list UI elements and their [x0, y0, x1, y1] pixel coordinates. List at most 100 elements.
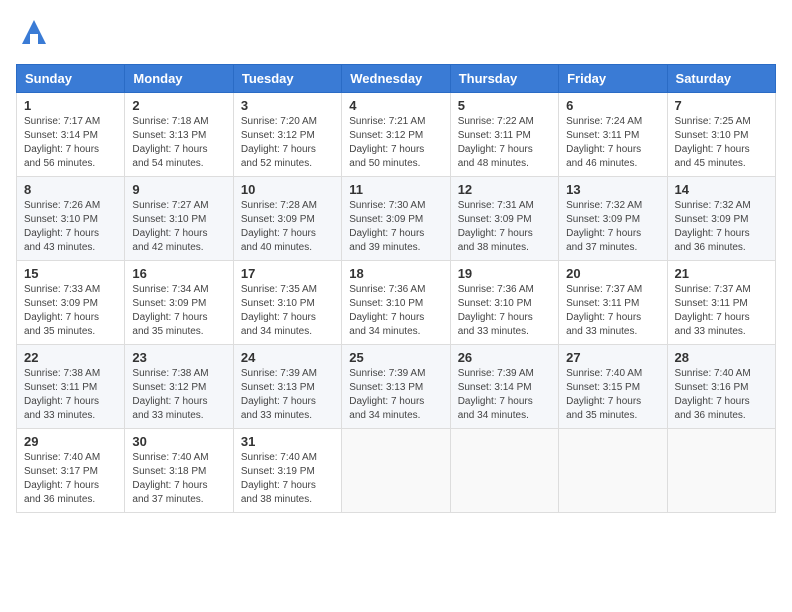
calendar-day-cell: 27 Sunrise: 7:40 AM Sunset: 3:15 PM Dayl…: [559, 345, 667, 429]
day-info: Sunrise: 7:33 AM Sunset: 3:09 PM Dayligh…: [24, 284, 100, 337]
calendar-week-row: 22 Sunrise: 7:38 AM Sunset: 3:11 PM Dayl…: [17, 345, 776, 429]
calendar-day-cell: 30 Sunrise: 7:40 AM Sunset: 3:18 PM Dayl…: [125, 429, 233, 513]
calendar-day-cell: 26 Sunrise: 7:39 AM Sunset: 3:14 PM Dayl…: [450, 345, 558, 429]
day-info: Sunrise: 7:38 AM Sunset: 3:11 PM Dayligh…: [24, 368, 100, 421]
calendar-table: SundayMondayTuesdayWednesdayThursdayFrid…: [16, 64, 776, 513]
calendar-day-cell: 28 Sunrise: 7:40 AM Sunset: 3:16 PM Dayl…: [667, 345, 775, 429]
day-info: Sunrise: 7:40 AM Sunset: 3:18 PM Dayligh…: [132, 452, 208, 505]
day-number: 4: [349, 98, 442, 113]
day-number: 6: [566, 98, 659, 113]
day-info: Sunrise: 7:37 AM Sunset: 3:11 PM Dayligh…: [566, 284, 642, 337]
day-number: 10: [241, 182, 334, 197]
day-of-week-header: Thursday: [450, 65, 558, 93]
day-info: Sunrise: 7:40 AM Sunset: 3:16 PM Dayligh…: [675, 368, 751, 421]
calendar-day-cell: 2 Sunrise: 7:18 AM Sunset: 3:13 PM Dayli…: [125, 93, 233, 177]
day-number: 19: [458, 266, 551, 281]
day-number: 24: [241, 350, 334, 365]
calendar-day-cell: 3 Sunrise: 7:20 AM Sunset: 3:12 PM Dayli…: [233, 93, 341, 177]
day-number: 12: [458, 182, 551, 197]
calendar-day-cell: 9 Sunrise: 7:27 AM Sunset: 3:10 PM Dayli…: [125, 177, 233, 261]
calendar-day-cell: 6 Sunrise: 7:24 AM Sunset: 3:11 PM Dayli…: [559, 93, 667, 177]
calendar-day-cell: 31 Sunrise: 7:40 AM Sunset: 3:19 PM Dayl…: [233, 429, 341, 513]
calendar-day-cell: [667, 429, 775, 513]
day-info: Sunrise: 7:38 AM Sunset: 3:12 PM Dayligh…: [132, 368, 208, 421]
calendar-day-cell: 21 Sunrise: 7:37 AM Sunset: 3:11 PM Dayl…: [667, 261, 775, 345]
day-of-week-header: Friday: [559, 65, 667, 93]
day-info: Sunrise: 7:40 AM Sunset: 3:15 PM Dayligh…: [566, 368, 642, 421]
calendar-day-cell: [559, 429, 667, 513]
day-number: 26: [458, 350, 551, 365]
logo-icon: [16, 16, 52, 52]
day-number: 28: [675, 350, 768, 365]
day-info: Sunrise: 7:37 AM Sunset: 3:11 PM Dayligh…: [675, 284, 751, 337]
calendar-day-cell: 14 Sunrise: 7:32 AM Sunset: 3:09 PM Dayl…: [667, 177, 775, 261]
day-of-week-header: Wednesday: [342, 65, 450, 93]
day-info: Sunrise: 7:31 AM Sunset: 3:09 PM Dayligh…: [458, 200, 534, 253]
calendar-day-cell: 22 Sunrise: 7:38 AM Sunset: 3:11 PM Dayl…: [17, 345, 125, 429]
day-info: Sunrise: 7:40 AM Sunset: 3:19 PM Dayligh…: [241, 452, 317, 505]
day-number: 31: [241, 434, 334, 449]
calendar-day-cell: 25 Sunrise: 7:39 AM Sunset: 3:13 PM Dayl…: [342, 345, 450, 429]
calendar-day-cell: 24 Sunrise: 7:39 AM Sunset: 3:13 PM Dayl…: [233, 345, 341, 429]
day-number: 17: [241, 266, 334, 281]
day-info: Sunrise: 7:26 AM Sunset: 3:10 PM Dayligh…: [24, 200, 100, 253]
calendar-day-cell: 7 Sunrise: 7:25 AM Sunset: 3:10 PM Dayli…: [667, 93, 775, 177]
day-info: Sunrise: 7:28 AM Sunset: 3:09 PM Dayligh…: [241, 200, 317, 253]
calendar-header-row: SundayMondayTuesdayWednesdayThursdayFrid…: [17, 65, 776, 93]
calendar-day-cell: 5 Sunrise: 7:22 AM Sunset: 3:11 PM Dayli…: [450, 93, 558, 177]
day-info: Sunrise: 7:40 AM Sunset: 3:17 PM Dayligh…: [24, 452, 100, 505]
calendar-day-cell: 4 Sunrise: 7:21 AM Sunset: 3:12 PM Dayli…: [342, 93, 450, 177]
day-of-week-header: Saturday: [667, 65, 775, 93]
day-number: 8: [24, 182, 117, 197]
day-number: 2: [132, 98, 225, 113]
day-info: Sunrise: 7:36 AM Sunset: 3:10 PM Dayligh…: [349, 284, 425, 337]
day-of-week-header: Monday: [125, 65, 233, 93]
day-info: Sunrise: 7:24 AM Sunset: 3:11 PM Dayligh…: [566, 116, 642, 169]
calendar-week-row: 29 Sunrise: 7:40 AM Sunset: 3:17 PM Dayl…: [17, 429, 776, 513]
day-of-week-header: Tuesday: [233, 65, 341, 93]
day-number: 22: [24, 350, 117, 365]
calendar-day-cell: 8 Sunrise: 7:26 AM Sunset: 3:10 PM Dayli…: [17, 177, 125, 261]
day-info: Sunrise: 7:18 AM Sunset: 3:13 PM Dayligh…: [132, 116, 208, 169]
day-info: Sunrise: 7:39 AM Sunset: 3:13 PM Dayligh…: [241, 368, 317, 421]
day-number: 23: [132, 350, 225, 365]
day-number: 1: [24, 98, 117, 113]
calendar-week-row: 8 Sunrise: 7:26 AM Sunset: 3:10 PM Dayli…: [17, 177, 776, 261]
calendar-day-cell: 23 Sunrise: 7:38 AM Sunset: 3:12 PM Dayl…: [125, 345, 233, 429]
calendar-week-row: 15 Sunrise: 7:33 AM Sunset: 3:09 PM Dayl…: [17, 261, 776, 345]
calendar-day-cell: 10 Sunrise: 7:28 AM Sunset: 3:09 PM Dayl…: [233, 177, 341, 261]
calendar-day-cell: 13 Sunrise: 7:32 AM Sunset: 3:09 PM Dayl…: [559, 177, 667, 261]
day-number: 13: [566, 182, 659, 197]
calendar-day-cell: 18 Sunrise: 7:36 AM Sunset: 3:10 PM Dayl…: [342, 261, 450, 345]
day-info: Sunrise: 7:27 AM Sunset: 3:10 PM Dayligh…: [132, 200, 208, 253]
day-info: Sunrise: 7:21 AM Sunset: 3:12 PM Dayligh…: [349, 116, 425, 169]
day-number: 5: [458, 98, 551, 113]
logo: [16, 16, 56, 52]
day-number: 27: [566, 350, 659, 365]
day-info: Sunrise: 7:30 AM Sunset: 3:09 PM Dayligh…: [349, 200, 425, 253]
calendar-day-cell: 11 Sunrise: 7:30 AM Sunset: 3:09 PM Dayl…: [342, 177, 450, 261]
calendar-day-cell: 29 Sunrise: 7:40 AM Sunset: 3:17 PM Dayl…: [17, 429, 125, 513]
day-number: 7: [675, 98, 768, 113]
calendar-day-cell: 1 Sunrise: 7:17 AM Sunset: 3:14 PM Dayli…: [17, 93, 125, 177]
day-info: Sunrise: 7:25 AM Sunset: 3:10 PM Dayligh…: [675, 116, 751, 169]
day-number: 20: [566, 266, 659, 281]
calendar-day-cell: [342, 429, 450, 513]
day-info: Sunrise: 7:32 AM Sunset: 3:09 PM Dayligh…: [675, 200, 751, 253]
day-number: 3: [241, 98, 334, 113]
calendar-week-row: 1 Sunrise: 7:17 AM Sunset: 3:14 PM Dayli…: [17, 93, 776, 177]
day-info: Sunrise: 7:34 AM Sunset: 3:09 PM Dayligh…: [132, 284, 208, 337]
day-number: 15: [24, 266, 117, 281]
calendar-day-cell: 12 Sunrise: 7:31 AM Sunset: 3:09 PM Dayl…: [450, 177, 558, 261]
calendar-day-cell: 16 Sunrise: 7:34 AM Sunset: 3:09 PM Dayl…: [125, 261, 233, 345]
day-of-week-header: Sunday: [17, 65, 125, 93]
day-number: 21: [675, 266, 768, 281]
day-number: 30: [132, 434, 225, 449]
day-info: Sunrise: 7:39 AM Sunset: 3:13 PM Dayligh…: [349, 368, 425, 421]
calendar-day-cell: [450, 429, 558, 513]
day-info: Sunrise: 7:36 AM Sunset: 3:10 PM Dayligh…: [458, 284, 534, 337]
calendar-day-cell: 19 Sunrise: 7:36 AM Sunset: 3:10 PM Dayl…: [450, 261, 558, 345]
day-number: 25: [349, 350, 442, 365]
calendar-day-cell: 17 Sunrise: 7:35 AM Sunset: 3:10 PM Dayl…: [233, 261, 341, 345]
day-info: Sunrise: 7:17 AM Sunset: 3:14 PM Dayligh…: [24, 116, 100, 169]
